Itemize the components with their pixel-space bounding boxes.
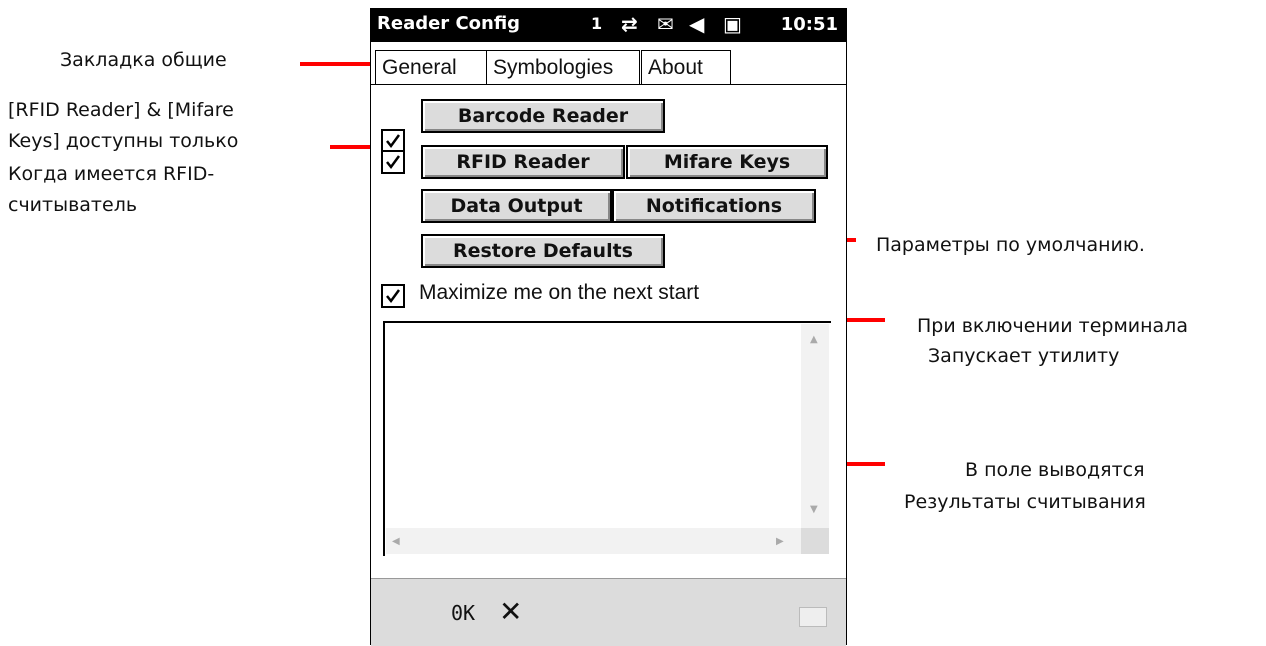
- annotation-autostart-line-1: При включении терминала: [917, 315, 1188, 337]
- app-title: Reader Config: [377, 13, 521, 34]
- scroll-up-icon[interactable]: ▲: [810, 334, 818, 345]
- rfid-reader-button[interactable]: RFID Reader: [421, 145, 625, 179]
- data-output-button[interactable]: Data Output: [421, 189, 612, 223]
- check-icon: [386, 134, 401, 149]
- annotation-output-line-2: Результаты считывания: [904, 491, 1146, 513]
- tab-about[interactable]: About: [641, 50, 731, 85]
- battery-icon[interactable]: ▣: [723, 12, 742, 36]
- restore-defaults-button[interactable]: Restore Defaults: [421, 234, 665, 268]
- maximize-label: Maximize me on the next start: [419, 281, 700, 304]
- annotation-rfid-line-2: Keys] доступны только: [8, 130, 239, 152]
- close-icon[interactable]: ✕: [499, 595, 522, 628]
- maximize-checkbox[interactable]: [381, 284, 405, 308]
- scroll-down-icon[interactable]: ▼: [810, 504, 818, 515]
- annotation-autostart-line-2: Запускает утилиту: [928, 345, 1120, 367]
- keyboard-icon[interactable]: [799, 607, 827, 627]
- annotation-restore-defaults: Параметры по умолчанию.: [876, 234, 1145, 256]
- scroll-left-icon[interactable]: ◀: [392, 536, 400, 547]
- ok-button[interactable]: 0K: [451, 601, 475, 625]
- device-screen: Reader Config 1 ⇄ ✉ ◀ ▣ 10:51 General Sy…: [370, 8, 847, 646]
- volume-icon[interactable]: ◀: [689, 12, 704, 36]
- message-icon[interactable]: ✉: [657, 12, 674, 36]
- tab-symbologies[interactable]: Symbologies: [486, 50, 640, 85]
- scroll-right-icon[interactable]: ▶: [776, 536, 784, 547]
- scrollbar-corner: [801, 528, 829, 554]
- vertical-scrollbar[interactable]: ▲ ▼: [801, 324, 829, 528]
- notifications-button[interactable]: Notifications: [612, 189, 816, 223]
- signal-icon: 1: [591, 14, 603, 33]
- mifare-keys-button[interactable]: Mifare Keys: [626, 145, 828, 179]
- check-icon: [386, 289, 401, 304]
- annotation-rfid-line-3: Когда имеется RFID-: [8, 163, 215, 185]
- annotation-tab-general: Закладка общие: [60, 49, 227, 71]
- check-icon: [386, 155, 401, 170]
- annotation-output-line-1: В поле выводятся: [965, 459, 1145, 481]
- tab-general[interactable]: General: [375, 50, 487, 85]
- rfid-reader-checkbox[interactable]: [381, 150, 405, 174]
- barcode-reader-button[interactable]: Barcode Reader: [421, 99, 665, 133]
- annotation-rfid-line-1: [RFID Reader] & [Mifare: [8, 99, 234, 121]
- horizontal-scrollbar[interactable]: ◀ ▶: [386, 528, 801, 554]
- tab-underline: [371, 84, 846, 85]
- clock[interactable]: 10:51: [781, 14, 838, 35]
- annotation-rfid-line-4: считыватель: [8, 194, 138, 216]
- output-textarea[interactable]: [383, 321, 831, 556]
- title-bar: Reader Config 1 ⇄ ✉ ◀ ▣ 10:51: [371, 8, 846, 42]
- bottom-bar: 0K ✕: [371, 578, 846, 646]
- connectivity-icon[interactable]: ⇄: [621, 12, 638, 36]
